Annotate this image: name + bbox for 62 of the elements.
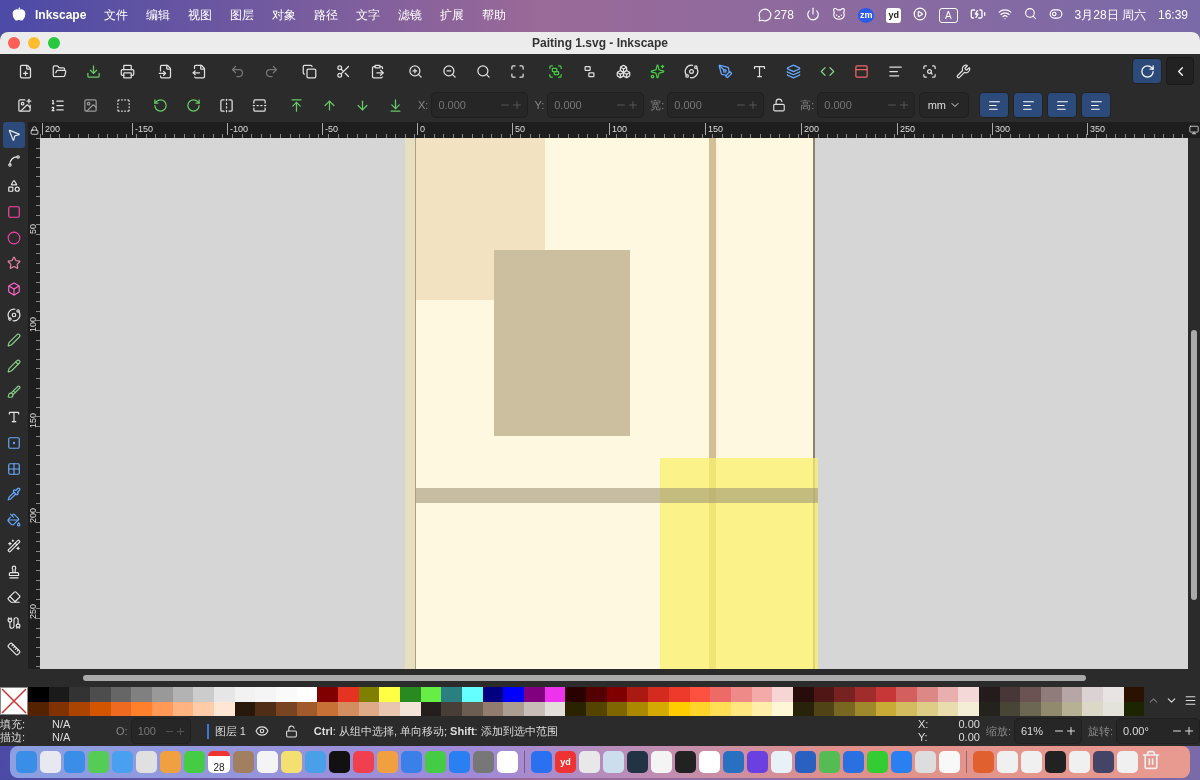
ruler-label: 200 [42,123,61,135]
ruler-label: -100 [227,123,248,135]
ruler-label: 100 [28,316,38,332]
opacity-field[interactable]: 100 [130,718,191,744]
opacity-label: O: [116,725,128,737]
ruler-label: 250 [28,603,38,619]
fill-value: N/A [52,718,72,731]
number-field[interactable]: 0.000 [817,92,916,118]
number-field[interactable]: 0.000 [667,92,765,118]
chat-status-item[interactable]: 278 [757,8,794,22]
zoom-field[interactable]: 61% [1013,718,1082,744]
zoom-label: 缩放: [985,723,1011,739]
menu-item[interactable]: 编辑 [137,6,180,24]
rotate-label: 旋转: [1087,723,1113,739]
stroke-label: 描边: [0,731,27,744]
ruler-label: 150 [705,123,724,135]
number-field[interactable]: 0.000 [547,92,645,118]
menu-item[interactable]: 扩展 [431,6,474,24]
field-label: X: [418,99,429,111]
field-label: 宽: [650,97,665,113]
ruler-label: 200 [28,507,38,523]
cursor-y-value: 0.00 [957,731,980,744]
ruler-label: -50 [322,123,338,135]
ruler-label: 250 [897,123,916,135]
menu-item[interactable]: 图层 [221,6,264,24]
meeting-status-item[interactable]: zm [857,7,875,23]
ruler-label: 50 [512,123,525,135]
input-source-indicator[interactable]: A [938,7,958,23]
ruler-label: 0 [417,123,425,135]
menu-item[interactable]: 文字 [347,6,390,24]
menu-item[interactable]: 对象 [263,6,306,24]
fill-label: 填充: [0,718,27,731]
menu-item[interactable]: 文件 [95,6,138,24]
ruler-label: 300 [992,123,1011,135]
dictionary-app-icon[interactable]: yd [555,751,576,773]
ruler-label: 200 [801,123,820,135]
status-message: Ctrl: 从组中选择, 单向移动; Shift: 添加到选中范围 [313,723,558,739]
menu-item[interactable]: 帮助 [473,6,516,24]
field-label: 高: [800,97,815,113]
ruler-label: 350 [1087,123,1106,135]
window-title: Paiting 1.svg - Inkscape [531,36,669,50]
ruler-label: 150 [28,412,38,428]
cursor-x-value: 0.00 [957,718,980,731]
number-field[interactable]: 0.000 [431,92,529,118]
date-text: 3月28日 周六 [1074,6,1146,24]
ruler-label: 100 [609,123,628,135]
ruler-label: -150 [132,123,153,135]
app-menu[interactable]: Inkscape [26,8,96,22]
calendar-app-icon[interactable]: 28 [208,751,230,773]
unit-dropdown[interactable]: mm [919,92,970,118]
menu-item[interactable]: 视图 [179,6,222,24]
cursor-y-label: Y: [917,731,929,744]
ruler-label: 50 [28,224,38,234]
field-label: Y: [534,99,545,111]
dictionary-status-item[interactable]: yd [886,7,901,23]
clock-text: 16:39 [1157,8,1188,22]
rotate-field[interactable]: 0.00° [1116,718,1200,744]
layer-selector[interactable]: 图层 1 [206,723,246,739]
menu-item[interactable]: 路径 [305,6,348,24]
stroke-value: N/A [52,731,72,744]
menu-item[interactable]: 滤镜 [389,6,432,24]
cursor-x-label: X: [917,718,930,731]
